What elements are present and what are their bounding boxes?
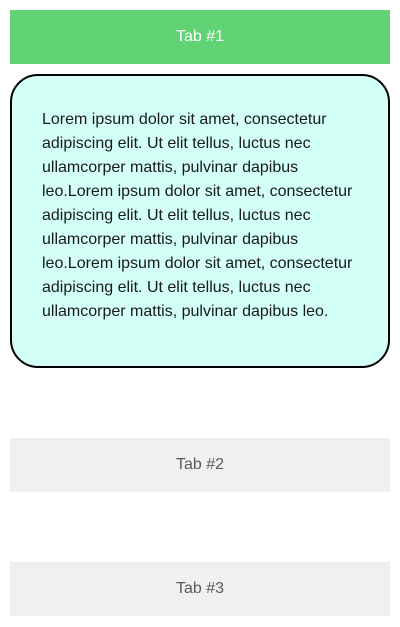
tab-1-panel: Lorem ipsum dolor sit amet, consectetur … — [10, 74, 390, 368]
tab-1-content: Lorem ipsum dolor sit amet, consectetur … — [42, 111, 353, 320]
tab-2[interactable]: Tab #2 — [10, 438, 390, 492]
tab-3[interactable]: Tab #3 — [10, 562, 390, 616]
tab-1[interactable]: Tab #1 — [10, 10, 390, 64]
